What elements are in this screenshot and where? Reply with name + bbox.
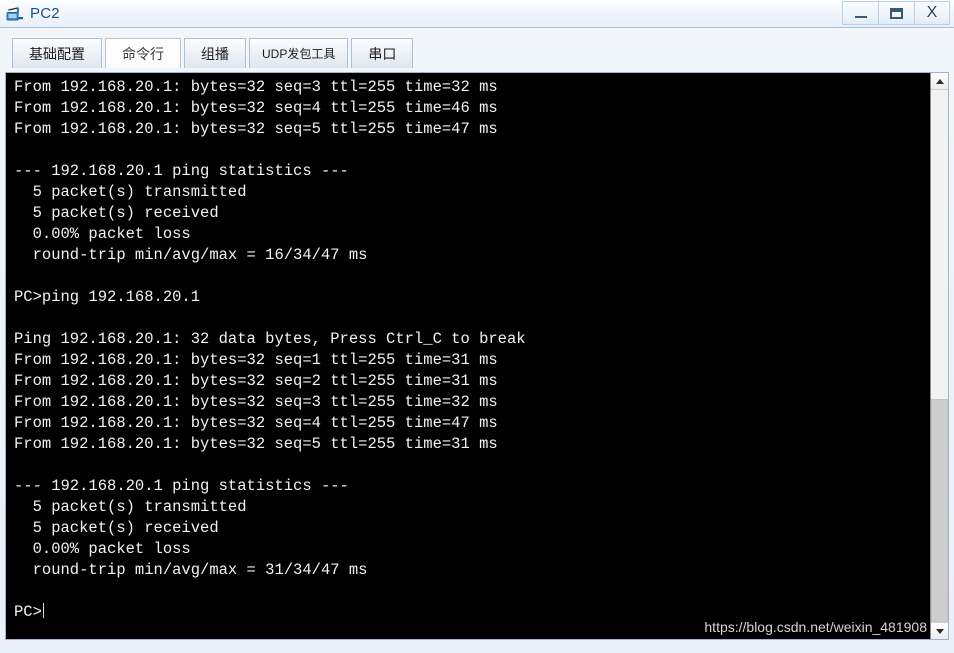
close-icon: X — [926, 4, 938, 21]
terminal-line: 5 packet(s) received — [14, 204, 219, 222]
terminal-line: From 192.168.20.1: bytes=32 seq=5 ttl=25… — [14, 120, 498, 138]
terminal-line: --- 192.168.20.1 ping statistics --- — [14, 477, 349, 495]
terminal-scrollbar[interactable] — [930, 73, 948, 639]
window-controls: X — [842, 1, 950, 25]
scroll-down-button[interactable] — [931, 622, 948, 639]
pc2-window: PC2 X 基础配置 命令行 组播 UDP发包工具 串口 From 192.16… — [0, 0, 954, 653]
scrollbar-track[interactable] — [931, 90, 948, 622]
window-bottom-strip — [0, 642, 954, 653]
terminal-line: From 192.168.20.1: bytes=32 seq=3 ttl=25… — [14, 78, 498, 96]
terminal-line: Ping 192.168.20.1: 32 data bytes, Press … — [14, 330, 526, 348]
scroll-down-arrow-icon — [935, 628, 944, 634]
pc-device-icon — [6, 5, 24, 23]
terminal-prompt-line: PC> — [14, 603, 44, 621]
tab-multicast[interactable]: 组播 — [184, 38, 246, 68]
terminal-line: From 192.168.20.1: bytes=32 seq=4 ttl=25… — [14, 99, 498, 117]
title-bar-left: PC2 — [0, 5, 60, 23]
tab-udp-tool-label: UDP发包工具 — [262, 47, 336, 61]
minimize-icon — [854, 15, 867, 18]
minimize-button[interactable] — [842, 1, 878, 25]
terminal-line: 0.00% packet loss — [14, 225, 191, 243]
scroll-up-arrow-icon — [935, 78, 944, 84]
terminal-line: From 192.168.20.1: bytes=32 seq=3 ttl=25… — [14, 393, 498, 411]
terminal-line: 5 packet(s) received — [14, 519, 219, 537]
tab-serial-port-label: 串口 — [368, 45, 397, 62]
terminal-line: From 192.168.20.1: bytes=32 seq=1 ttl=25… — [14, 351, 498, 369]
scrollbar-thumb[interactable] — [931, 398, 948, 622]
terminal-line: 5 packet(s) transmitted — [14, 498, 247, 516]
terminal-output[interactable]: From 192.168.20.1: bytes=32 seq=3 ttl=25… — [6, 73, 930, 639]
terminal-line: 5 packet(s) transmitted — [14, 183, 247, 201]
terminal-line: --- 192.168.20.1 ping statistics --- — [14, 162, 349, 180]
close-button[interactable]: X — [914, 1, 950, 25]
terminal-line: From 192.168.20.1: bytes=32 seq=4 ttl=25… — [14, 414, 498, 432]
maximize-icon — [890, 7, 903, 19]
terminal-line: From 192.168.20.1: bytes=32 seq=2 ttl=25… — [14, 372, 498, 390]
tab-serial-port[interactable]: 串口 — [351, 38, 414, 68]
text-caret — [42, 603, 44, 618]
terminal-line: PC>ping 192.168.20.1 — [14, 288, 201, 306]
title-bar: PC2 X — [0, 0, 954, 28]
tab-command-line-label: 命令行 — [122, 45, 164, 62]
terminal-line: round-trip min/avg/max = 31/34/47 ms — [14, 561, 368, 579]
terminal-panel: From 192.168.20.1: bytes=32 seq=3 ttl=25… — [5, 72, 949, 640]
tab-udp-tool[interactable]: UDP发包工具 — [249, 38, 349, 68]
scroll-up-button[interactable] — [931, 73, 948, 90]
tab-command-line[interactable]: 命令行 — [105, 38, 181, 68]
tab-multicast-label: 组播 — [201, 45, 229, 62]
tab-strip: 基础配置 命令行 组播 UDP发包工具 串口 — [0, 28, 954, 68]
window-title: PC2 — [30, 5, 60, 22]
maximize-button[interactable] — [878, 1, 914, 25]
tab-basic-config-label: 基础配置 — [29, 45, 85, 62]
terminal-line: 0.00% packet loss — [14, 540, 191, 558]
tab-basic-config[interactable]: 基础配置 — [12, 38, 102, 68]
terminal-line: From 192.168.20.1: bytes=32 seq=5 ttl=25… — [14, 435, 498, 453]
terminal-line: round-trip min/avg/max = 16/34/47 ms — [14, 246, 368, 264]
